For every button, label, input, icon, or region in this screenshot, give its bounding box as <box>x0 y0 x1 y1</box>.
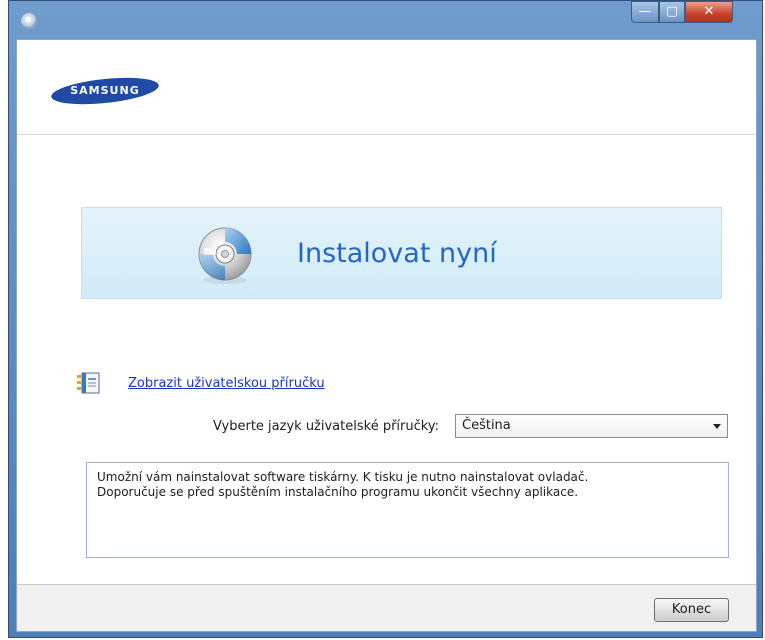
samsung-logo: SAMSUNG <box>50 73 160 109</box>
header: SAMSUNG <box>17 40 756 135</box>
install-now-button[interactable]: Instalovat nyní <box>81 207 722 299</box>
guide-language-label: Vyberte jazyk uživatelské příručky: <box>213 419 439 434</box>
guide-language-select[interactable]: Čeština <box>455 414 728 438</box>
selected-language: Čeština <box>462 418 511 433</box>
cd-icon <box>198 227 252 284</box>
title-bar[interactable]: — ▢ ✕ <box>9 1 762 39</box>
exit-button[interactable]: Konec <box>654 598 729 622</box>
description-line-1: Umožní vám nainstalovat software tiskárn… <box>97 470 589 484</box>
logo-text: SAMSUNG <box>70 84 140 97</box>
installer-content: SAMSUNG Instalovat nyní Zobrazit uživate… <box>16 39 757 632</box>
manual-icon <box>77 372 100 394</box>
close-window-button[interactable]: ✕ <box>685 1 733 23</box>
chevron-down-icon <box>713 424 721 429</box>
installer-window: — ▢ ✕ SAMSUNG Instalovat nyní Zobrazit u… <box>8 0 763 638</box>
install-now-label: Instalovat nyní <box>297 238 497 269</box>
view-user-guide-link[interactable]: Zobrazit uživatelskou příručku <box>128 376 325 391</box>
footer-bar: Konec <box>17 584 756 631</box>
app-icon <box>21 13 37 29</box>
description-line-2: Doporučuje se před spuštěním instalačníh… <box>97 485 579 499</box>
maximize-button[interactable]: ▢ <box>659 1 685 23</box>
minimize-button[interactable]: — <box>631 1 659 23</box>
description-box: Umožní vám nainstalovat software tiskárn… <box>86 462 729 558</box>
